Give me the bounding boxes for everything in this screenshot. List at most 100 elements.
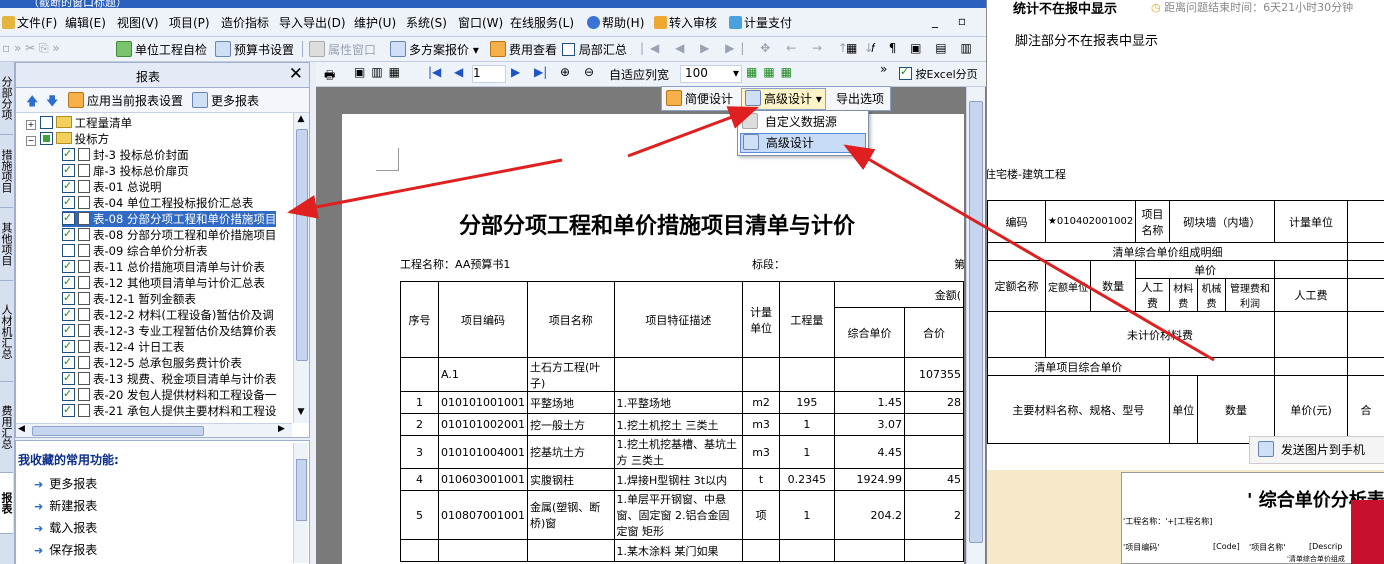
tree-report-item[interactable]: 表-12-4 计日工表 — [62, 338, 184, 355]
tree-checkbox[interactable] — [62, 338, 75, 354]
zoom-in-icon[interactable]: ⊕ — [560, 65, 570, 79]
fav-save-report[interactable]: 保存报表 — [34, 541, 97, 558]
advanced-design-button[interactable]: 高级设计 ▾ — [741, 88, 826, 110]
page-number-input[interactable]: 1 — [472, 65, 506, 83]
scroll-up-icon[interactable]: ▲ — [295, 114, 307, 126]
tree-report-item[interactable]: 表-12-3 专业工程暂估价及结算价表 — [62, 322, 276, 339]
toolbar-right-tools[interactable]: ▦ 𝑓 ¶ ▣ ▤ ▥ — [846, 41, 977, 56]
tree-checkbox[interactable] — [39, 132, 53, 145]
page-view-icons[interactable]: ▣▥▦ — [354, 65, 406, 79]
menu-help[interactable]: 帮助(H) — [587, 14, 644, 31]
tree-checkbox[interactable] — [62, 210, 75, 226]
fav-more-reports[interactable]: 更多报表 — [34, 475, 97, 492]
preview-scroll-thumb[interactable] — [969, 101, 983, 543]
zoom-select[interactable]: 100 ▾ — [680, 65, 742, 83]
tab-fenbu[interactable]: 分部分项 — [0, 62, 13, 135]
fav-load-report[interactable]: 载入报表 — [34, 519, 97, 536]
tree-report-item[interactable]: 表-08 分部分项工程和单价措施项目 — [62, 210, 277, 227]
tree-report-item[interactable]: 表-11 总价措施项目清单与计价表 — [62, 258, 265, 275]
tree-checkbox[interactable] — [62, 402, 75, 418]
menu-window[interactable]: 窗口(W) — [458, 14, 503, 31]
nav-arrows[interactable]: |◀ ◀ ▶ ▶| ✥ ← → ↑ ↓ — [640, 41, 880, 55]
menu-import-export[interactable]: 导入导出(D) — [279, 14, 346, 31]
scroll-down-icon[interactable]: ▼ — [295, 407, 307, 419]
menu-edit[interactable]: 编辑(E) — [65, 14, 106, 31]
prev-page-icon[interactable]: ◀ — [454, 65, 463, 79]
tree-checkbox[interactable] — [39, 116, 53, 129]
apply-report-settings-button[interactable]: 应用当前报表设置 — [68, 92, 183, 109]
tree-report-item[interactable]: 表-09 综合单价分析表 — [62, 243, 207, 259]
export-icons[interactable]: ▦▦▦ — [746, 65, 798, 79]
tree-report-item[interactable]: 表-12-2 材料(工程设备)暂估价及调 — [62, 306, 274, 323]
tree-report-item[interactable]: 扉-3 投标总价扉页 — [62, 162, 189, 179]
ad-badge[interactable] — [1351, 500, 1384, 564]
close-icon[interactable]: ✕ — [289, 64, 303, 84]
tree-checkbox[interactable] — [62, 162, 75, 178]
menu-view[interactable]: 视图(V) — [117, 14, 159, 31]
tree-report-item[interactable]: 封-3 投标总价封面 — [62, 146, 189, 163]
menu-transfer-audit[interactable]: 转入审核 — [654, 14, 717, 31]
menu-online-service[interactable]: 在线服务(L) — [510, 14, 574, 31]
tab-measures[interactable]: 措施项目 — [0, 135, 13, 208]
preview-vertical-scrollbar[interactable] — [966, 87, 985, 564]
tree-checkbox[interactable] — [62, 274, 75, 290]
excel-pagination-toggle[interactable]: 按Excel分页 — [899, 65, 978, 82]
tree-checkbox[interactable] — [62, 194, 75, 210]
scroll-right-icon[interactable]: ▶ — [278, 424, 285, 434]
tree-report-item[interactable]: 表-08 分部分项工程和单价措施项目 — [62, 226, 276, 243]
tree-report-item[interactable]: 表-12 其他项目清单与计价汇总表 — [62, 274, 265, 291]
toolbar-overflow[interactable]: » — [880, 62, 887, 76]
export-options-button[interactable]: 导出选项 — [836, 90, 884, 107]
move-down-icon[interactable]: 🡇 — [46, 92, 58, 113]
tree-folder[interactable]: − 投标方 — [26, 131, 109, 147]
send-to-phone-button[interactable]: 发送图片到手机 — [1249, 436, 1384, 464]
tab-labor-material[interactable]: 人材机汇总 — [0, 281, 13, 382]
tree-report-item[interactable]: 表-12-1 暂列金额表 — [62, 290, 196, 307]
tree-report-item[interactable]: 表-20 发包人提供材料和工程设备一 — [62, 386, 276, 403]
scroll-left-icon[interactable]: ◀ — [18, 424, 25, 434]
simple-design-button[interactable]: 简便设计 — [666, 90, 733, 107]
tree-vertical-scrollbar[interactable]: ▲ ▼ — [293, 113, 309, 423]
tree-report-item[interactable]: 表-21 承包人提供主要材料和工程设 — [62, 402, 276, 419]
tree-report-item[interactable]: 表-13 规费、税金项目清单与计价表 — [62, 370, 276, 387]
tree-horizontal-scrollbar[interactable]: ◀ ▶ — [16, 423, 292, 437]
expand-icon[interactable]: − — [26, 136, 36, 146]
unit-self-check-button[interactable]: 单位工程自检 — [116, 41, 207, 58]
zoom-out-icon[interactable]: ⊖ — [584, 65, 594, 79]
scroll-thumb[interactable] — [296, 129, 308, 361]
menu-system[interactable]: 系统(S) — [406, 14, 447, 31]
tree-report-item[interactable]: 表-01 总说明 — [62, 178, 161, 195]
budget-settings-button[interactable]: 预算书设置 — [215, 41, 294, 58]
tab-other-items[interactable]: 其他项目 — [0, 208, 13, 281]
tree-checkbox[interactable] — [62, 370, 75, 386]
tree-report-item[interactable]: 表-04 单位工程投标报价汇总表 — [62, 194, 253, 211]
tree-report-item[interactable]: 表-12-5 总承包服务费计价表 — [62, 354, 242, 371]
excel-pagination-checkbox[interactable] — [899, 65, 912, 80]
menu-custom-datasource[interactable]: 自定义数据源 — [740, 113, 864, 131]
tree-checkbox[interactable] — [62, 258, 75, 274]
tree-folder[interactable]: + 工程量清单 — [26, 115, 132, 131]
tree-checkbox[interactable] — [62, 322, 75, 338]
menu-maintain[interactable]: 维护(U) — [354, 14, 396, 31]
h-scroll-thumb[interactable] — [32, 426, 204, 436]
tree-checkbox[interactable] — [62, 354, 75, 370]
first-page-icon[interactable]: |◀ — [428, 65, 441, 79]
menu-cost-index[interactable]: 造价指标 — [221, 14, 269, 31]
multi-scheme-quote-button[interactable]: 多方案报价 ▾ — [390, 41, 479, 58]
tree-checkbox[interactable] — [62, 146, 75, 162]
print-icon[interactable]: 🖶 — [324, 66, 335, 87]
menu-file[interactable]: 文件(F) — [2, 14, 57, 31]
local-summary-button[interactable]: 局部汇总 — [562, 41, 627, 58]
tree-checkbox[interactable] — [62, 226, 75, 242]
fav-new-report[interactable]: 新建报表 — [34, 497, 97, 514]
local-summary-checkbox[interactable] — [562, 43, 575, 56]
tree-checkbox[interactable] — [62, 290, 75, 306]
favorites-scrollbar[interactable] — [293, 443, 308, 563]
menu-advanced-design[interactable]: 高级设计 — [740, 133, 866, 153]
window-controls[interactable]: _ ▫ ✕ — [932, 14, 986, 28]
fee-view-button[interactable]: 费用查看 — [490, 41, 557, 58]
menu-project[interactable]: 项目(P) — [169, 14, 210, 31]
tab-reports[interactable]: 报表 — [0, 473, 13, 534]
tree-checkbox[interactable] — [62, 306, 75, 322]
last-page-icon[interactable]: ▶| — [534, 65, 547, 79]
